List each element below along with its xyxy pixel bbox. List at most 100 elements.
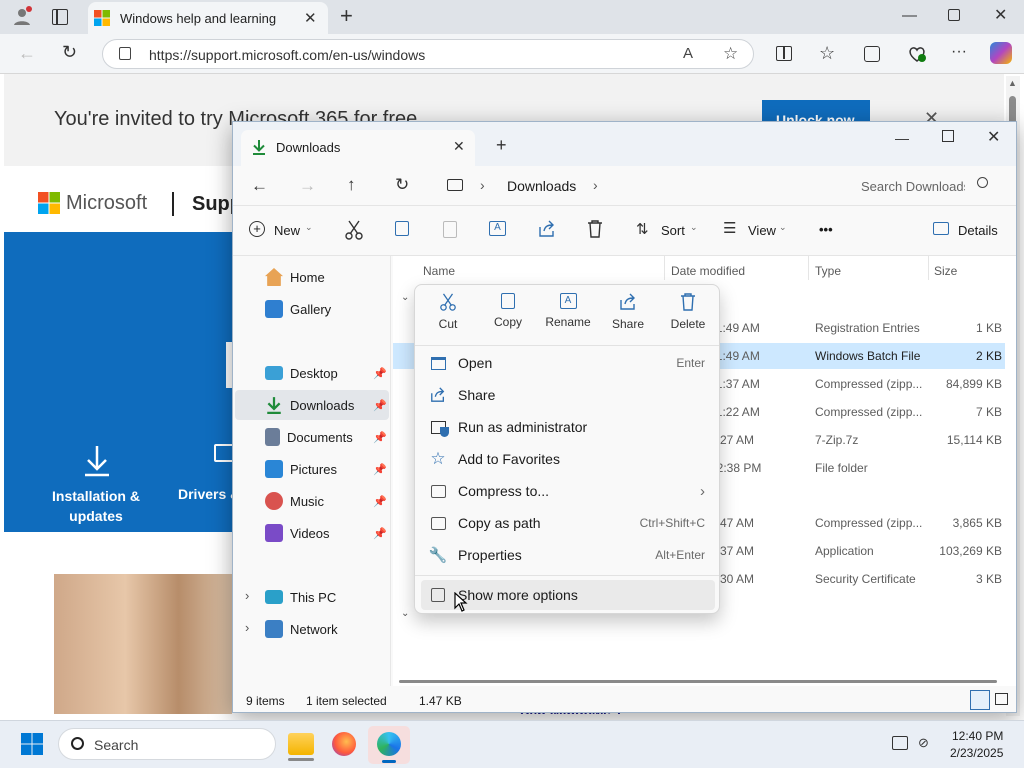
- address-bar[interactable]: https://support.microsoft.com/en-us/wind…: [102, 39, 754, 69]
- nav-item-pictures[interactable]: Pictures 📌: [235, 454, 389, 484]
- microsoft-logo-icon[interactable]: [38, 192, 60, 214]
- tiles-view-icon[interactable]: [995, 693, 1008, 705]
- share-icon[interactable]: [538, 220, 556, 238]
- profile-icon[interactable]: [12, 6, 32, 26]
- refresh-icon[interactable]: ↻: [62, 43, 77, 61]
- ctx-item-copy-as-path[interactable]: Copy as path Ctrl+Shift+C: [421, 508, 715, 538]
- breadcrumb-item-downloads[interactable]: Downloads: [507, 178, 576, 194]
- rename-icon[interactable]: A: [489, 221, 506, 236]
- clock-date[interactable]: 2/23/2025: [950, 746, 1003, 760]
- cut-icon[interactable]: [345, 220, 363, 240]
- explorer-search-box[interactable]: Search Downloads: [845, 171, 1009, 201]
- ctx-item-compress[interactable]: Compress to... ›: [421, 476, 715, 506]
- network-status-icon[interactable]: ⊘: [918, 735, 929, 751]
- pin-icon: 📌: [373, 463, 387, 476]
- ctx-item-add-favorites[interactable]: ☆ Add to Favorites: [421, 444, 715, 474]
- paste-icon[interactable]: [443, 221, 457, 238]
- edge-taskbar-button[interactable]: [368, 726, 410, 764]
- ctx-delete-button[interactable]: Delete: [659, 293, 717, 341]
- browser-tab[interactable]: Windows help and learning ✕: [88, 2, 328, 34]
- back-icon[interactable]: ←: [18, 44, 36, 62]
- column-header-name[interactable]: Name: [423, 264, 455, 278]
- new-tab-button[interactable]: +: [340, 3, 353, 29]
- nav-item-network[interactable]: › Network: [235, 614, 389, 644]
- explorer-forward-icon[interactable]: →: [299, 176, 316, 196]
- copilot-icon[interactable]: [990, 42, 1012, 64]
- nav-item-this-pc[interactable]: › This PC: [235, 582, 389, 612]
- ctx-item-share[interactable]: Share: [421, 380, 715, 410]
- nav-item-home[interactable]: Home: [235, 262, 389, 292]
- ctx-rename-label: Rename: [545, 315, 591, 329]
- horizontal-scrollbar[interactable]: [399, 680, 997, 683]
- nav-item-downloads[interactable]: Downloads 📌: [235, 390, 389, 420]
- nav-label: Pictures: [290, 461, 337, 477]
- open-window-icon: [429, 354, 447, 372]
- favorites-icon[interactable]: ☆: [819, 44, 835, 62]
- windows-logo-icon: [94, 10, 110, 26]
- see-more-button[interactable]: •••: [819, 222, 833, 237]
- explorer-close-icon[interactable]: ✕: [987, 127, 1000, 147]
- new-button[interactable]: + New ⌄: [247, 220, 313, 244]
- notification-icon[interactable]: [892, 736, 908, 750]
- tab-actions-icon[interactable]: [52, 9, 68, 25]
- explorer-back-icon[interactable]: ←: [251, 176, 268, 196]
- split-screen-icon[interactable]: [776, 46, 792, 61]
- minimize-icon[interactable]: —: [902, 8, 917, 23]
- column-header-date[interactable]: Date modified: [671, 264, 745, 278]
- breadcrumb[interactable]: › Downloads ›: [435, 171, 825, 201]
- breadcrumb-chevron-icon: ›: [480, 177, 485, 193]
- drivers-tile[interactable]: Drivers &: [178, 486, 240, 502]
- gallery-icon: [265, 300, 283, 318]
- group-collapse-icon[interactable]: ⌄: [401, 292, 409, 303]
- details-view-icon[interactable]: [970, 690, 990, 710]
- ctx-copy-button[interactable]: Copy: [479, 293, 537, 341]
- details-button[interactable]: Details: [933, 220, 1003, 244]
- search-icon: [977, 177, 988, 188]
- explorer-minimize-icon[interactable]: —: [895, 130, 909, 146]
- installation-tile[interactable]: Installation & updates: [48, 486, 144, 526]
- close-explorer-tab-icon[interactable]: ✕: [453, 138, 465, 155]
- taskbar-search[interactable]: Search: [58, 728, 276, 760]
- column-header-type[interactable]: Type: [815, 264, 841, 278]
- delete-icon[interactable]: [587, 220, 603, 238]
- read-aloud-icon[interactable]: A: [683, 45, 693, 62]
- browser-essentials-icon[interactable]: [908, 45, 926, 63]
- copy-icon[interactable]: [395, 221, 409, 236]
- nav-item-documents[interactable]: Documents 📌: [235, 422, 389, 452]
- file-explorer-taskbar-icon[interactable]: [288, 733, 314, 761]
- start-windows-icon[interactable]: [21, 733, 43, 755]
- size-cell: 3,865 KB: [952, 516, 1002, 530]
- collections-icon[interactable]: [864, 46, 880, 62]
- ctx-copy-label: Copy: [493, 315, 522, 329]
- explorer-up-icon[interactable]: ↑: [347, 175, 356, 195]
- nav-item-music[interactable]: Music 📌: [235, 486, 389, 516]
- nav-label: Music: [290, 493, 324, 509]
- favorite-star-icon[interactable]: ☆: [723, 44, 738, 64]
- submenu-chevron-icon: ›: [700, 482, 705, 500]
- header-divider: [172, 192, 174, 216]
- sort-button[interactable]: ⇅ Sort ⌄: [636, 220, 698, 244]
- nav-item-videos[interactable]: Videos 📌: [235, 518, 389, 548]
- nav-item-gallery[interactable]: Gallery: [235, 294, 389, 324]
- group-collapse-icon[interactable]: ⌄: [401, 608, 409, 619]
- firefox-icon[interactable]: [332, 732, 356, 756]
- nav-item-desktop[interactable]: Desktop 📌: [235, 358, 389, 388]
- explorer-refresh-icon[interactable]: ↻: [395, 175, 409, 195]
- more-menu-icon[interactable]: ···: [951, 44, 967, 60]
- view-list-icon: ☰: [723, 220, 737, 237]
- new-explorer-tab-icon[interactable]: +: [496, 135, 507, 156]
- explorer-tab[interactable]: Downloads ✕: [241, 130, 475, 166]
- ctx-item-run-as-admin[interactable]: Run as administrator: [421, 412, 715, 442]
- restore-icon[interactable]: [948, 9, 960, 21]
- ctx-cut-button[interactable]: Cut: [419, 293, 477, 341]
- close-window-icon[interactable]: ✕: [994, 8, 1007, 24]
- ctx-rename-button[interactable]: A Rename: [539, 293, 597, 341]
- view-button[interactable]: ☰ View ⌄: [723, 220, 789, 244]
- ctx-item-properties[interactable]: 🔧 Properties Alt+Enter: [421, 540, 715, 570]
- ctx-item-open[interactable]: Open Enter: [421, 348, 715, 378]
- clock-time[interactable]: 12:40 PM: [952, 729, 1003, 743]
- column-header-size[interactable]: Size: [934, 264, 957, 278]
- ctx-share-button[interactable]: Share: [599, 293, 657, 341]
- explorer-maximize-icon[interactable]: [942, 130, 954, 142]
- close-tab-icon[interactable]: ✕: [304, 9, 317, 27]
